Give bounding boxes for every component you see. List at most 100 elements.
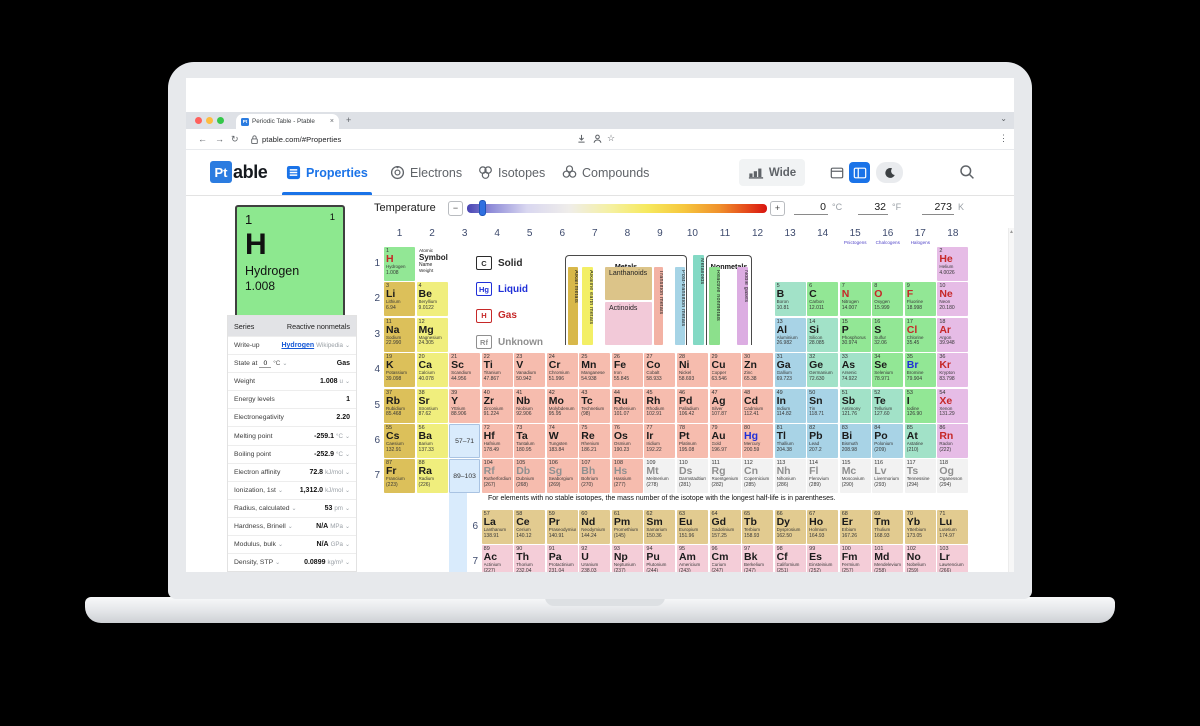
fblock-placeholder[interactable]: 89–103 bbox=[449, 459, 480, 493]
element-Ra[interactable]: 88RaRadium(226) bbox=[417, 459, 448, 493]
chevron-down-icon[interactable]: ⌄ bbox=[345, 487, 350, 494]
element-Os[interactable]: 76OsOsmium190.23 bbox=[612, 424, 643, 458]
sidebar-view-toggle[interactable] bbox=[849, 162, 870, 183]
element-Au[interactable]: 79AuGold196.97 bbox=[710, 424, 741, 458]
element-Tl[interactable]: 81TlThallium204.38 bbox=[775, 424, 806, 458]
element-Cn[interactable]: 112CnCopernicium(285) bbox=[742, 459, 773, 493]
chevron-down-icon[interactable]: ⌄ bbox=[282, 360, 287, 367]
element-Pu[interactable]: 94PuPlutonium(244) bbox=[644, 545, 675, 572]
property-row[interactable]: Boiling point-252.9°C⌄ bbox=[228, 445, 356, 463]
element-Ta[interactable]: 73TaTantalum180.95 bbox=[514, 424, 545, 458]
element-Og[interactable]: 118OgOganesson(294) bbox=[937, 459, 968, 493]
chevron-down-icon[interactable]: ⌄ bbox=[345, 378, 350, 385]
element-Kr[interactable]: 36KrKrypton83.798 bbox=[937, 353, 968, 387]
property-row[interactable]: Hardness, Brinell⌄N/AMPa⌄ bbox=[228, 517, 356, 535]
element-Es[interactable]: 99EsEinsteinium(252) bbox=[807, 545, 838, 572]
element-Bi[interactable]: 83BiBismuth208.98 bbox=[840, 424, 871, 458]
element-Po[interactable]: 84PoPolonium(209) bbox=[872, 424, 903, 458]
celsius-input[interactable]: 0 bbox=[794, 201, 828, 215]
element-Er[interactable]: 68ErErbium167.26 bbox=[840, 510, 871, 544]
legend-alkaline-earth-metals[interactable]: Alkaline earth metals bbox=[582, 267, 593, 345]
element-Tb[interactable]: 65TbTerbium158.93 bbox=[742, 510, 773, 544]
element-I[interactable]: 53IIodine126.90 bbox=[905, 389, 936, 423]
element-Zn[interactable]: 30ZnZinc65.38 bbox=[742, 353, 773, 387]
element-Mg[interactable]: 12MgMagnesium24.305 bbox=[417, 318, 448, 352]
element-P[interactable]: 15PPhosphorus30.974 bbox=[840, 318, 871, 352]
element-Te[interactable]: 52TeTellurium127.60 bbox=[872, 389, 903, 423]
ptable-logo[interactable]: Pt able bbox=[210, 161, 267, 183]
element-Co[interactable]: 27CoCobalt58.933 bbox=[644, 353, 675, 387]
tab-properties[interactable]: Properties bbox=[286, 150, 368, 195]
element-U[interactable]: 92UUranium238.03 bbox=[579, 545, 610, 572]
element-H[interactable]: 1HHydrogen1.008 bbox=[384, 247, 415, 281]
element-Nd[interactable]: 60NdNeodymium144.24 bbox=[579, 510, 610, 544]
element-Rg[interactable]: 111RgRoentgenium(282) bbox=[710, 459, 741, 493]
element-K[interactable]: 19KPotassium39.098 bbox=[384, 353, 415, 387]
bookmark-star-icon[interactable]: ☆ bbox=[607, 132, 615, 144]
element-Rb[interactable]: 37RbRubidium85.468 bbox=[384, 389, 415, 423]
temperature-slider-thumb[interactable] bbox=[479, 200, 486, 216]
page-scrollbar[interactable]: ▲ bbox=[1008, 228, 1014, 572]
element-Lu[interactable]: 71LuLutetium174.97 bbox=[937, 510, 968, 544]
legend-post-transition-metals[interactable]: Post-transition metals bbox=[675, 267, 685, 345]
element-Gd[interactable]: 64GdGadolinium157.25 bbox=[710, 510, 741, 544]
element-Ba[interactable]: 56BaBarium137.33 bbox=[417, 424, 448, 458]
element-B[interactable]: 5BBoron10.81 bbox=[775, 282, 806, 316]
element-Si[interactable]: 14SiSilicon28.085 bbox=[807, 318, 838, 352]
property-row[interactable]: Electronegativity2.20 bbox=[228, 408, 356, 426]
minimize-window-button[interactable] bbox=[206, 117, 213, 124]
element-Sr[interactable]: 38SrStrontium87.62 bbox=[417, 389, 448, 423]
element-No[interactable]: 102NoNobelium(259) bbox=[905, 545, 936, 572]
element-Sc[interactable]: 21ScScandium44.956 bbox=[449, 353, 480, 387]
legend-metalloids[interactable]: Metalloids bbox=[693, 255, 704, 345]
element-Ni[interactable]: 28NiNickel58.693 bbox=[677, 353, 708, 387]
property-row[interactable]: Ionization, 1st⌄1,312.0kJ/mol⌄ bbox=[228, 481, 356, 499]
element-Lr[interactable]: 103LrLawrencium(266) bbox=[937, 545, 968, 572]
chevron-down-icon[interactable]: ⌄ bbox=[345, 451, 350, 458]
element-Pb[interactable]: 82PbLead207.2 bbox=[807, 424, 838, 458]
element-Na[interactable]: 11NaSodium22.990 bbox=[384, 318, 415, 352]
element-Sg[interactable]: 106SgSeaborgium(269) bbox=[547, 459, 578, 493]
element-Cl[interactable]: 17ClChlorine35.45 bbox=[905, 318, 936, 352]
element-As[interactable]: 33AsArsenic74.922 bbox=[840, 353, 871, 387]
element-Ce[interactable]: 58CeCerium140.12 bbox=[514, 510, 545, 544]
fahrenheit-input[interactable]: 32 bbox=[858, 201, 888, 215]
property-link[interactable]: Hydrogen bbox=[281, 342, 314, 349]
property-row[interactable]: Energy levels1 bbox=[228, 390, 356, 408]
url-text[interactable]: ptable.com/#Properties bbox=[262, 135, 341, 144]
element-Ga[interactable]: 31GaGallium69.723 bbox=[775, 353, 806, 387]
element-Cs[interactable]: 55CsCaesium132.91 bbox=[384, 424, 415, 458]
chevron-down-icon[interactable]: ⌄ bbox=[275, 559, 280, 566]
chevron-down-icon[interactable]: ⌄ bbox=[345, 342, 350, 349]
element-Ts[interactable]: 117TsTennessine(294) bbox=[905, 459, 936, 493]
profile-icon[interactable] bbox=[592, 133, 603, 145]
legend-transition-metals[interactable]: Transition metals bbox=[654, 267, 663, 345]
element-Ge[interactable]: 32GeGermanium72.630 bbox=[807, 353, 838, 387]
chevron-down-icon[interactable]: ⌄ bbox=[292, 505, 297, 512]
download-icon[interactable] bbox=[576, 133, 587, 145]
element-Mn[interactable]: 25MnManganese54.938 bbox=[579, 353, 610, 387]
element-Cr[interactable]: 24CrChromium51.996 bbox=[547, 353, 578, 387]
element-Sm[interactable]: 62SmSamarium150.36 bbox=[644, 510, 675, 544]
chevron-down-icon[interactable]: ⌄ bbox=[278, 541, 283, 548]
element-Ca[interactable]: 20CaCalcium40.078 bbox=[417, 353, 448, 387]
element-Ru[interactable]: 44RuRuthenium101.07 bbox=[612, 389, 643, 423]
property-row[interactable]: Weight1.008u⌄ bbox=[228, 372, 356, 390]
element-Am[interactable]: 95AmAmericium(243) bbox=[677, 545, 708, 572]
element-Se[interactable]: 34SeSelenium78.971 bbox=[872, 353, 903, 387]
element-C[interactable]: 6CCarbon12.011 bbox=[807, 282, 838, 316]
chevron-down-icon[interactable]: ⌄ bbox=[288, 523, 293, 530]
element-Pa[interactable]: 91PaProtactinium231.04 bbox=[547, 545, 578, 572]
element-Bk[interactable]: 97BkBerkelium(247) bbox=[742, 545, 773, 572]
browser-tab[interactable]: Pt Periodic Table - Ptable × bbox=[236, 114, 339, 129]
element-Hg[interactable]: 80HgMercury200.59 bbox=[742, 424, 773, 458]
element-V[interactable]: 23VVanadium50.942 bbox=[514, 353, 545, 387]
property-row[interactable]: Electron affinity72.8kJ/mol⌄ bbox=[228, 463, 356, 481]
property-inline-input[interactable]: 0 bbox=[259, 360, 271, 368]
element-Nh[interactable]: 113NhNihonium(286) bbox=[775, 459, 806, 493]
chevron-down-icon[interactable]: ⌄ bbox=[345, 559, 350, 566]
fullscreen-window-button[interactable] bbox=[217, 117, 224, 124]
element-Pm[interactable]: 61PmPromethium(145) bbox=[612, 510, 643, 544]
element-Li[interactable]: 3LiLithium6.94 bbox=[384, 282, 415, 316]
forward-button[interactable]: → bbox=[215, 133, 224, 145]
